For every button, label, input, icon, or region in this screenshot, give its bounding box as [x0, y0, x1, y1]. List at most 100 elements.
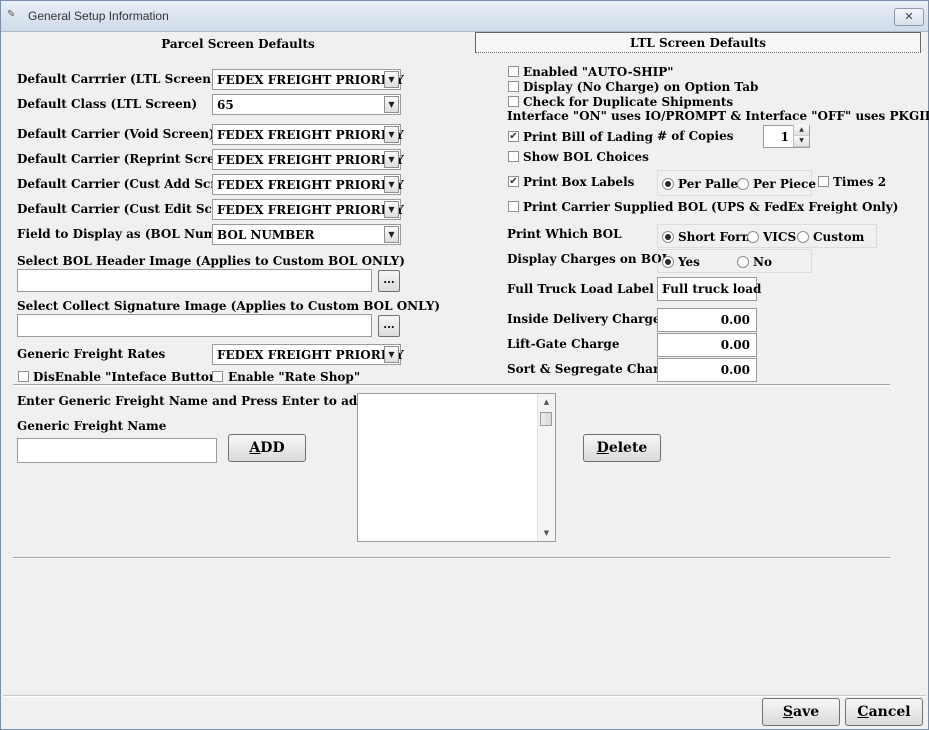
delete-button-label: elete [608, 440, 648, 456]
auto-ship-checkbox[interactable] [508, 66, 519, 77]
save-button[interactable]: Save [762, 698, 840, 726]
show-bol-choices-checkbox[interactable] [508, 151, 519, 162]
delete-button[interactable]: Delete [583, 434, 661, 462]
scroll-down-icon[interactable]: ▼ [538, 525, 555, 541]
chevron-down-icon[interactable]: ▼ [384, 226, 399, 243]
cancel-button-label: ancel [868, 704, 911, 720]
disable-interface-button-label: DisEnable "Inteface Button" [33, 370, 224, 384]
default-carrier-reprint-label: Default Carrier (Reprint Screen) [17, 152, 237, 166]
scroll-up-icon[interactable]: ▲ [538, 394, 555, 410]
add-button-mnemonic: A [249, 440, 261, 456]
ftl-label-input[interactable]: Full truck load [657, 277, 761, 301]
custom-radio[interactable] [797, 231, 809, 243]
vics-radio[interactable] [747, 231, 759, 243]
title-bar: ✎ General Setup Information ✕ [1, 1, 928, 32]
default-carrier-custedit-value: FEDEX FREIGHT PRIORITY [217, 203, 404, 217]
default-carrier-ltl-label: Default Carrrier (LTL Screen) [17, 72, 217, 86]
chevron-down-icon[interactable]: ▼ [384, 71, 399, 88]
check-duplicates-checkbox[interactable] [508, 96, 519, 107]
inside-delivery-input[interactable]: 0.00 [657, 308, 757, 332]
generic-freight-name-label: Generic Freight Name [17, 419, 167, 433]
lift-gate-label: Lift-Gate Charge [507, 337, 620, 351]
lift-gate-input[interactable]: 0.00 [657, 333, 757, 357]
sort-segregate-input[interactable]: 0.00 [657, 358, 757, 382]
lift-gate-value: 0.00 [720, 338, 750, 352]
field-display-bol-select[interactable]: BOL NUMBER ▼ [212, 224, 401, 245]
bol-header-image-field[interactable] [17, 269, 372, 292]
short-form-label: Short Form [678, 230, 755, 244]
chevron-down-icon[interactable]: ▼ [384, 126, 399, 143]
default-carrier-reprint-select[interactable]: FEDEX FREIGHT PRIORITY ▼ [212, 149, 404, 170]
print-which-bol-label: Print Which BOL [507, 227, 622, 241]
ftl-label-label: Full Truck Load Label [507, 282, 654, 296]
default-carrier-custadd-select[interactable]: FEDEX FREIGHT PRIORITY ▼ [212, 174, 404, 195]
chevron-down-icon[interactable]: ▼ [384, 346, 399, 363]
cancel-button-mnemonic: C [857, 704, 869, 720]
window-title: General Setup Information [28, 9, 169, 23]
custom-label: Custom [813, 230, 865, 244]
disable-interface-button-checkbox[interactable] [18, 371, 29, 382]
ftl-label-value: Full truck load [662, 282, 762, 296]
enable-rate-shop-checkbox[interactable] [212, 371, 223, 382]
short-form-radio[interactable] [662, 231, 674, 243]
display-no-charge-label: Display (No Charge) on Option Tab [523, 80, 759, 94]
collect-signature-browse-button[interactable]: ... [378, 315, 400, 337]
default-carrier-custedit-select[interactable]: FEDEX FREIGHT PRIORITY ▼ [212, 199, 404, 220]
print-box-labels-checkbox[interactable]: ✔ [508, 176, 519, 187]
footer-divider [3, 695, 926, 697]
list-scrollbar[interactable]: ▲ ▼ [537, 394, 555, 541]
inside-delivery-value: 0.00 [720, 313, 750, 327]
sort-segregate-label: Sort & Segregate Charge [507, 362, 676, 376]
tab-parcel-screen-defaults[interactable]: Parcel Screen Defaults [5, 34, 471, 54]
print-carrier-bol-label: Print Carrier Supplied BOL (UPS & FedEx … [523, 200, 899, 214]
save-button-mnemonic: S [782, 704, 793, 720]
chevron-down-icon[interactable]: ▼ [384, 201, 399, 218]
vics-label: VICS [763, 230, 797, 244]
scroll-thumb[interactable] [540, 412, 552, 426]
app-icon: ✎ [7, 9, 16, 20]
charges-no-radio[interactable] [737, 256, 749, 268]
chevron-down-icon[interactable]: ▼ [384, 176, 399, 193]
charges-yes-radio[interactable] [662, 256, 674, 268]
close-button[interactable]: ✕ [894, 8, 924, 26]
display-no-charge-checkbox[interactable] [508, 81, 519, 92]
default-class-ltl-select[interactable]: 65 ▼ [212, 94, 401, 115]
default-carrier-reprint-value: FEDEX FREIGHT PRIORITY [217, 153, 404, 167]
inside-delivery-label: Inside Delivery Charge [507, 312, 661, 326]
default-class-ltl-label: Default Class (LTL Screen) [17, 97, 198, 111]
setup-window: ✎ General Setup Information ✕ Parcel Scr… [0, 0, 929, 730]
generic-freight-list[interactable]: ▲ ▼ [357, 393, 556, 542]
copies-value: 1 [780, 130, 789, 144]
generic-freight-instruction: Enter Generic Freight Name and Press Ent… [17, 394, 413, 408]
generic-freight-name-input[interactable] [17, 438, 217, 463]
chevron-down-icon[interactable]: ▼ [384, 151, 399, 168]
field-display-bol-label: Field to Display as (BOL Number) [17, 227, 245, 241]
chevron-down-icon[interactable]: ▼ [384, 96, 399, 113]
interface-note: Interface "ON" uses IO/PROMPT & Interfac… [507, 109, 929, 123]
section-divider-bottom [13, 557, 890, 559]
print-bol-checkbox[interactable]: ✔ [508, 131, 519, 142]
generic-freight-rates-value: FEDEX FREIGHT PRIORITY [217, 348, 404, 362]
spin-up-icon[interactable]: ▲ [794, 125, 809, 136]
add-button[interactable]: ADD [228, 434, 306, 462]
bol-header-browse-button[interactable]: ... [378, 270, 400, 292]
times2-checkbox[interactable] [818, 176, 829, 187]
per-piece-label: Per Piece [753, 177, 816, 191]
print-box-labels-label: Print Box Labels [523, 175, 635, 189]
spin-down-icon[interactable]: ▼ [794, 136, 809, 147]
tab-ltl-screen-defaults[interactable]: LTL Screen Defaults [475, 32, 921, 53]
copies-label: # of Copies [657, 129, 734, 143]
default-carrier-void-select[interactable]: FEDEX FREIGHT PRIORITY ▼ [212, 124, 404, 145]
per-pallet-radio[interactable] [662, 178, 674, 190]
print-carrier-bol-checkbox[interactable] [508, 201, 519, 212]
print-bol-label: Print Bill of Lading [523, 130, 653, 144]
per-piece-radio[interactable] [737, 178, 749, 190]
charges-no-label: No [753, 255, 772, 269]
auto-ship-label: Enabled "AUTO-SHIP" [523, 65, 674, 79]
default-carrier-ltl-select[interactable]: FEDEX FREIGHT PRIORITY ▼ [212, 69, 404, 90]
collect-signature-image-field[interactable] [17, 314, 372, 337]
cancel-button[interactable]: Cancel [845, 698, 923, 726]
copies-spin-buttons[interactable]: ▲ ▼ [793, 125, 809, 147]
enable-rate-shop-label: Enable "Rate Shop" [228, 370, 361, 384]
generic-freight-rates-select[interactable]: FEDEX FREIGHT PRIORITY ▼ [212, 344, 404, 365]
